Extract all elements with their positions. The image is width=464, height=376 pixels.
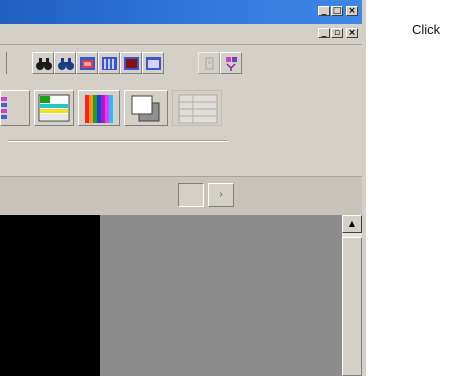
overlapping-windows-button[interactable] xyxy=(124,90,168,126)
minimize-icon: _ xyxy=(321,28,327,38)
vertical-scrollbar[interactable]: ▲ xyxy=(342,215,362,376)
maximize-icon: □ xyxy=(332,6,342,16)
maximize-button[interactable]: □ xyxy=(331,6,343,16)
title-bar[interactable]: _ □ × xyxy=(0,0,366,24)
toolbar-edge xyxy=(0,52,7,74)
viewport-canvas[interactable] xyxy=(100,215,342,376)
find-button[interactable] xyxy=(32,52,54,74)
status-box xyxy=(178,183,204,207)
minimize-icon: _ xyxy=(321,6,327,16)
binoculars-find-next-icon xyxy=(58,58,74,70)
toolbar-row-1 xyxy=(0,50,366,78)
overlapping-windows-icon xyxy=(131,95,160,122)
click-instruction-text: Click xyxy=(412,22,441,37)
scroll-thumb[interactable] xyxy=(342,237,362,376)
palette-grid-icon xyxy=(1,97,7,119)
toolbar-separator xyxy=(8,140,228,142)
arrow-up-icon: ▲ xyxy=(348,219,356,228)
close-icon: × xyxy=(348,28,356,38)
disabled-tool-button[interactable] xyxy=(198,52,220,74)
gray-table-icon xyxy=(178,94,218,124)
binoculars-find-icon xyxy=(36,58,52,70)
viewport-dark-pane[interactable] xyxy=(0,215,100,376)
restore-icon: ▫ xyxy=(333,28,341,38)
window-edge xyxy=(362,0,366,376)
scroll-up-button[interactable]: ▲ xyxy=(342,215,362,233)
palette-grid-button[interactable] xyxy=(0,90,30,126)
dark-frame-button[interactable] xyxy=(120,52,142,74)
child-close-button[interactable]: × xyxy=(346,28,358,38)
close-button[interactable]: × xyxy=(346,6,358,16)
disabled-tool-icon xyxy=(205,57,214,70)
minimize-button[interactable]: _ xyxy=(318,6,330,16)
color-bars-icon xyxy=(85,95,113,123)
menu-strip: _ ▫ × xyxy=(0,24,366,45)
window-frame-button[interactable] xyxy=(142,52,164,74)
child-restore-button[interactable]: ▫ xyxy=(331,28,343,38)
color-table-button[interactable] xyxy=(34,90,74,126)
chevron-right-icon: › xyxy=(219,189,223,200)
nav-button[interactable]: › xyxy=(208,183,234,207)
dark-red-frame-icon xyxy=(124,57,139,70)
properties-button[interactable] xyxy=(220,52,242,74)
app-window: _ □ × _ ▫ × › ▲ xyxy=(0,0,366,376)
columns-button[interactable] xyxy=(98,52,120,74)
window-frame-icon xyxy=(146,57,161,70)
status-strip: › xyxy=(0,176,366,216)
red-frame-icon xyxy=(80,57,95,70)
properties-icon xyxy=(226,57,237,71)
columns-grid-icon xyxy=(102,57,117,70)
red-frame-button[interactable] xyxy=(76,52,98,74)
toolbar-row-2 xyxy=(0,86,366,128)
color-table-icon xyxy=(38,94,70,122)
close-icon: × xyxy=(348,6,356,16)
gray-table-button[interactable] xyxy=(172,90,222,126)
find-next-button[interactable] xyxy=(54,52,76,74)
color-bars-button[interactable] xyxy=(78,90,120,126)
child-minimize-button[interactable]: _ xyxy=(318,28,330,38)
